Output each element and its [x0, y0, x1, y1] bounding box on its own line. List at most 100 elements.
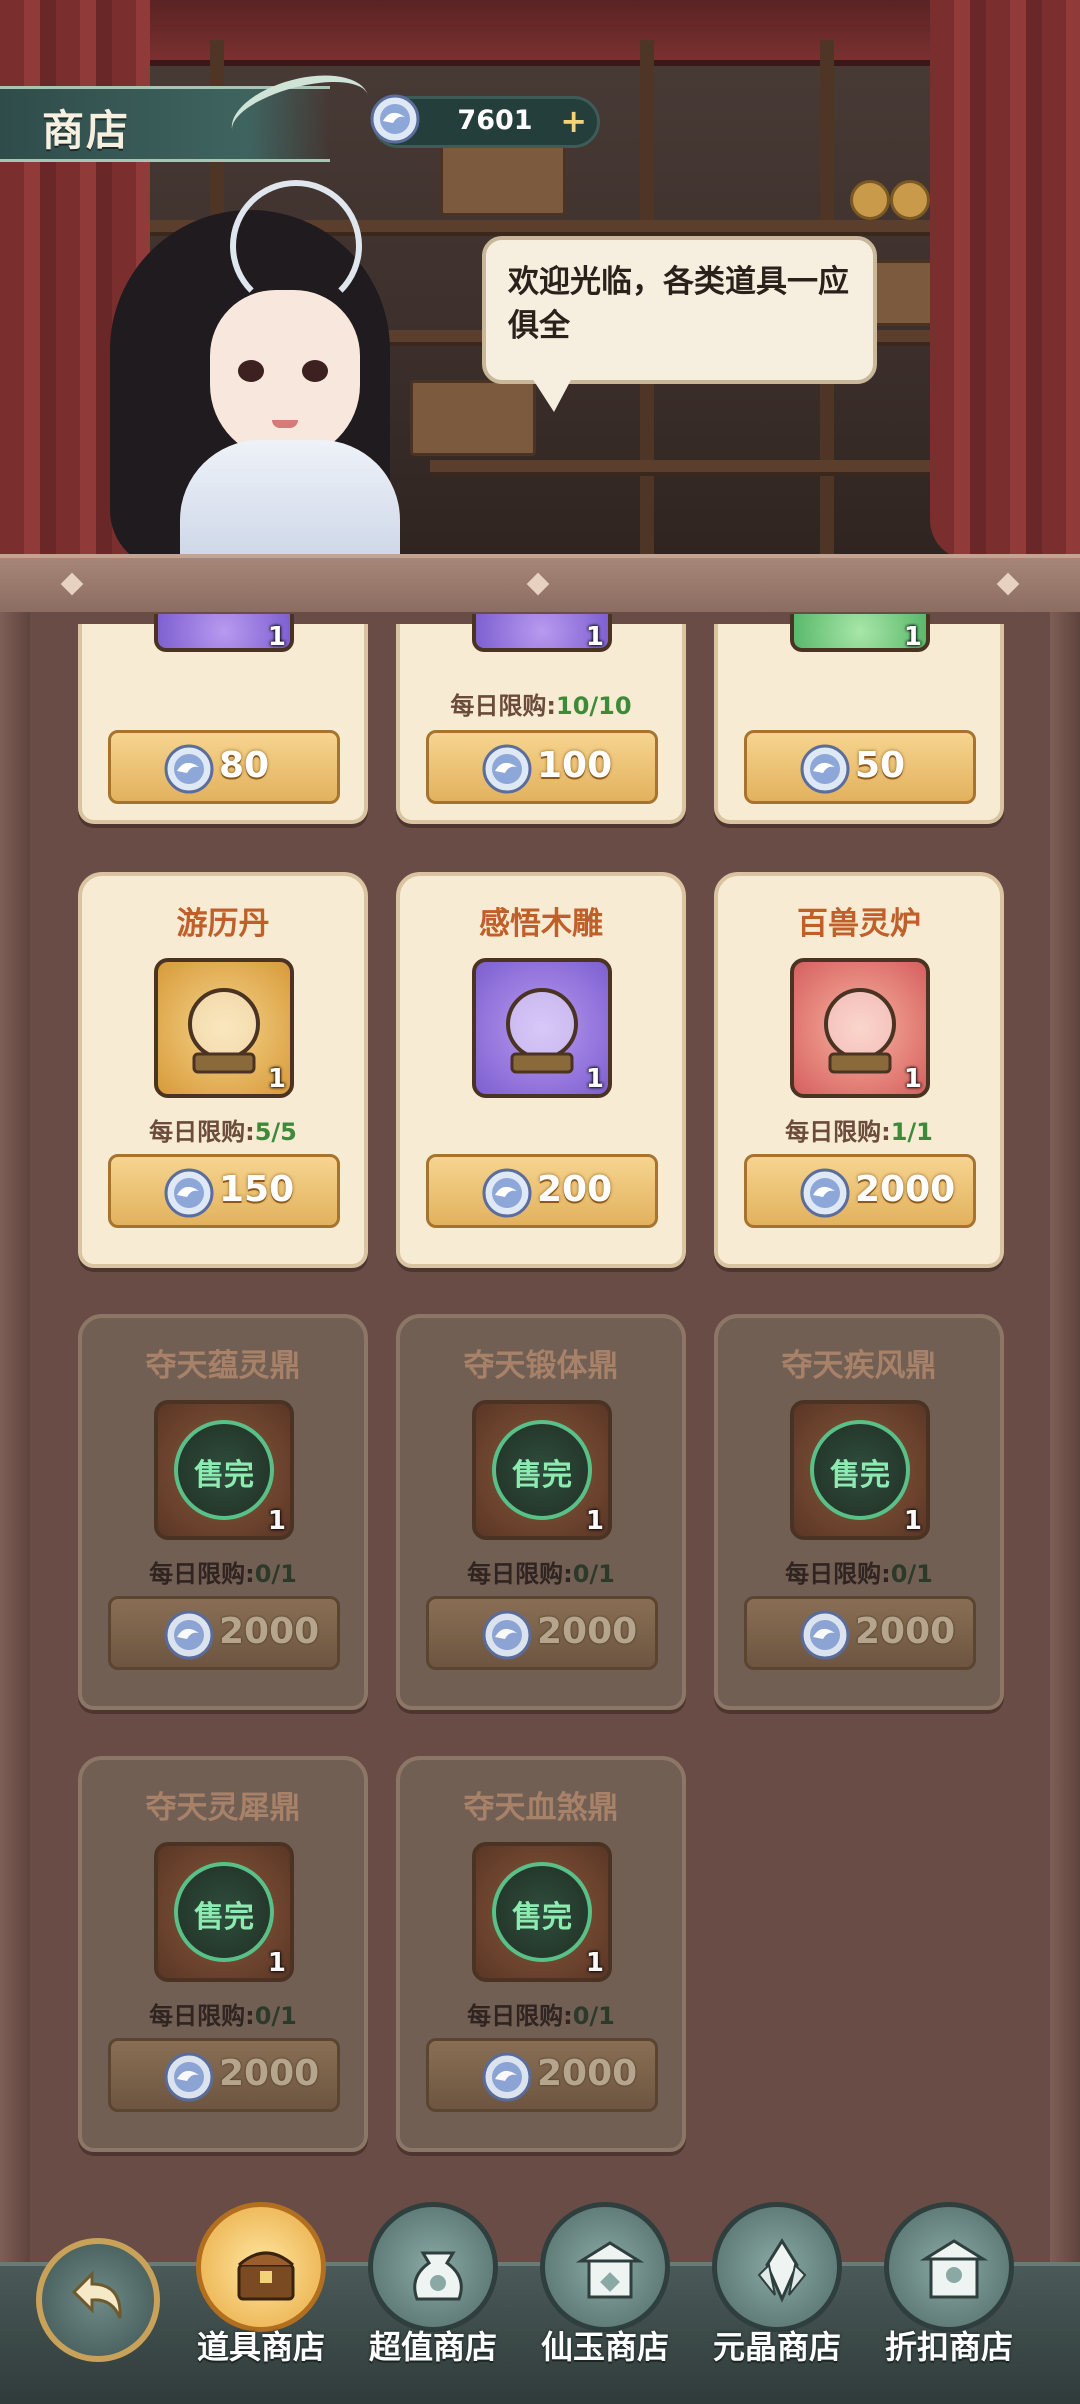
- tab-label: 道具商店: [196, 2328, 325, 2366]
- daily-limit-label: 每日限购:: [149, 2002, 255, 2030]
- tab-icon-circle: [540, 2202, 670, 2332]
- tab-money-bag[interactable]: 超值商店: [358, 2202, 508, 2366]
- pavilion-icon: [575, 2241, 645, 2299]
- daily-limit: 每日限购:1/1: [718, 1112, 1000, 1147]
- daily-limit: 每日限购:0/1: [82, 1996, 364, 2031]
- shop-item-card[interactable]: 1 每日限购:10/10 100: [396, 614, 686, 824]
- shop-item-card[interactable]: 1 50: [714, 614, 1004, 824]
- item-quantity: 1: [903, 1506, 922, 1536]
- buy-button[interactable]: 2000: [426, 2038, 658, 2112]
- item-icon: 1: [790, 958, 930, 1098]
- daily-limit-label: 每日限购:: [785, 1118, 891, 1146]
- divider-ornament: [526, 572, 550, 596]
- tab-shop-house[interactable]: 折扣商店: [874, 2202, 1024, 2366]
- item-name: 感悟木雕: [479, 906, 603, 942]
- shop-item-grid[interactable]: 1 80 1 每日限购:10/10 100 1 50 游历丹 1 每日限购:5/5 150 感悟木雕 1…: [0, 612, 1080, 2262]
- buy-button[interactable]: 2000: [426, 1596, 658, 1670]
- coin-prop: [850, 180, 890, 220]
- shop-item-card[interactable]: 游历丹 1 每日限购:5/5 150: [78, 872, 368, 1268]
- daily-limit-label: 每日限购:: [149, 1118, 255, 1146]
- money-bag-icon: [413, 2251, 463, 2301]
- item-icon: 1: [790, 614, 930, 652]
- buy-button[interactable]: 80: [108, 730, 340, 804]
- buy-button[interactable]: 2000: [744, 1596, 976, 1670]
- tab-icon-circle: [196, 2202, 326, 2332]
- item-price: 2000: [537, 1611, 638, 1652]
- item-price: 150: [219, 1169, 295, 1210]
- daily-limit-label: 每日限购:: [467, 2002, 573, 2030]
- buy-button[interactable]: 2000: [108, 2038, 340, 2112]
- speech-text: 欢迎光临，各类道具一应俱全: [508, 264, 849, 344]
- item-price: 100: [537, 745, 613, 786]
- shop-item-card[interactable]: 1 80: [78, 614, 368, 824]
- spirit-jade-coin-icon: [481, 1167, 533, 1219]
- item-price: 2000: [219, 1611, 320, 1652]
- item-name: 夺天蕴灵鼎: [145, 1348, 301, 1384]
- tab-pavilion[interactable]: 仙玉商店: [530, 2202, 680, 2366]
- buy-button[interactable]: 2000: [108, 1596, 340, 1670]
- shop-item-card[interactable]: 夺天灵犀鼎 售完 1 每日限购:0/1 2000: [78, 1756, 368, 2152]
- buy-button[interactable]: 50: [744, 730, 976, 804]
- item-price: 2000: [855, 1611, 956, 1652]
- item-icon: 售完 1: [154, 1400, 294, 1540]
- spirit-jade-coin-icon: [163, 743, 215, 795]
- npc-eye: [238, 360, 264, 382]
- spirit-jade-coin-icon: [799, 743, 851, 795]
- item-price: 80: [219, 745, 270, 786]
- buy-button[interactable]: 150: [108, 1154, 340, 1228]
- daily-limit-label: 每日限购:: [450, 692, 557, 720]
- shopkeeper-character: [80, 170, 460, 560]
- daily-limit: 每日限购:10/10: [400, 686, 682, 721]
- item-icon: 1: [154, 958, 294, 1098]
- buy-button[interactable]: 100: [426, 730, 658, 804]
- item-name: 夺天锻体鼎: [463, 1348, 619, 1384]
- speech-bubble: 欢迎光临，各类道具一应俱全: [482, 236, 877, 412]
- tab-treasure-chest[interactable]: 道具商店: [186, 2202, 336, 2366]
- shop-item-card[interactable]: 夺天疾风鼎 售完 1 每日限购:0/1 2000: [714, 1314, 1004, 1710]
- shop-item-card[interactable]: 感悟木雕 1 200: [396, 872, 686, 1268]
- spirit-jade-coin-icon: [799, 1167, 851, 1219]
- buy-button[interactable]: 2000: [744, 1154, 976, 1228]
- item-quantity: 1: [267, 1506, 286, 1536]
- item-icon: 售完 1: [472, 1400, 612, 1540]
- add-currency-button[interactable]: +: [560, 103, 587, 139]
- daily-limit-value: 0/1: [572, 1560, 615, 1588]
- buy-button[interactable]: 200: [426, 1154, 658, 1228]
- npc-crown: [230, 180, 362, 312]
- back-button[interactable]: [36, 2238, 160, 2362]
- sold-out-stamp: 售完: [174, 1862, 274, 1962]
- daily-limit: 每日限购:0/1: [400, 1996, 682, 2031]
- coin-prop: [890, 180, 930, 220]
- shop-house-icon: [919, 2239, 989, 2299]
- daily-limit: 每日限购:0/1: [82, 1554, 364, 1589]
- divider-ornament: [996, 572, 1020, 596]
- tab-crystal[interactable]: 元晶商店: [702, 2202, 852, 2366]
- item-name: 夺天血煞鼎: [463, 1790, 619, 1826]
- daily-limit-label: 每日限购:: [785, 1560, 891, 1588]
- item-price: 2000: [855, 1169, 956, 1210]
- item-price: 2000: [537, 2053, 638, 2094]
- item-price: 50: [855, 745, 906, 786]
- crystal-icon: [757, 2238, 807, 2303]
- sold-out-label: 售完: [194, 1458, 254, 1493]
- curtain-right: [930, 0, 1080, 560]
- item-quantity: 1: [585, 1506, 604, 1536]
- shop-item-card[interactable]: 夺天锻体鼎 售完 1 每日限购:0/1 2000: [396, 1314, 686, 1710]
- tab-label: 折扣商店: [884, 2328, 1013, 2366]
- page-title: 商店: [42, 106, 131, 155]
- item-quantity: 1: [267, 1064, 286, 1094]
- spirit-jade-coin-icon: [163, 1167, 215, 1219]
- daily-limit-value: 0/1: [254, 1560, 297, 1588]
- tab-label: 超值商店: [368, 2328, 497, 2366]
- sold-out-stamp: 售完: [492, 1862, 592, 1962]
- item-name: 百兽灵炉: [797, 906, 921, 942]
- item-icon: 1: [472, 958, 612, 1098]
- item-name: 游历丹: [176, 906, 270, 942]
- shop-item-card[interactable]: 百兽灵炉 1 每日限购:1/1 2000: [714, 872, 1004, 1268]
- shop-item-card[interactable]: 夺天血煞鼎 售完 1 每日限购:0/1 2000: [396, 1756, 686, 2152]
- daily-limit-value: 0/1: [890, 1560, 933, 1588]
- tab-icon-circle: [712, 2202, 842, 2332]
- npc-mouth: [272, 420, 298, 428]
- daily-limit: 每日限购:0/1: [718, 1554, 1000, 1589]
- shop-item-card[interactable]: 夺天蕴灵鼎售完 1 每日限购:0/1 2000: [78, 1314, 368, 1710]
